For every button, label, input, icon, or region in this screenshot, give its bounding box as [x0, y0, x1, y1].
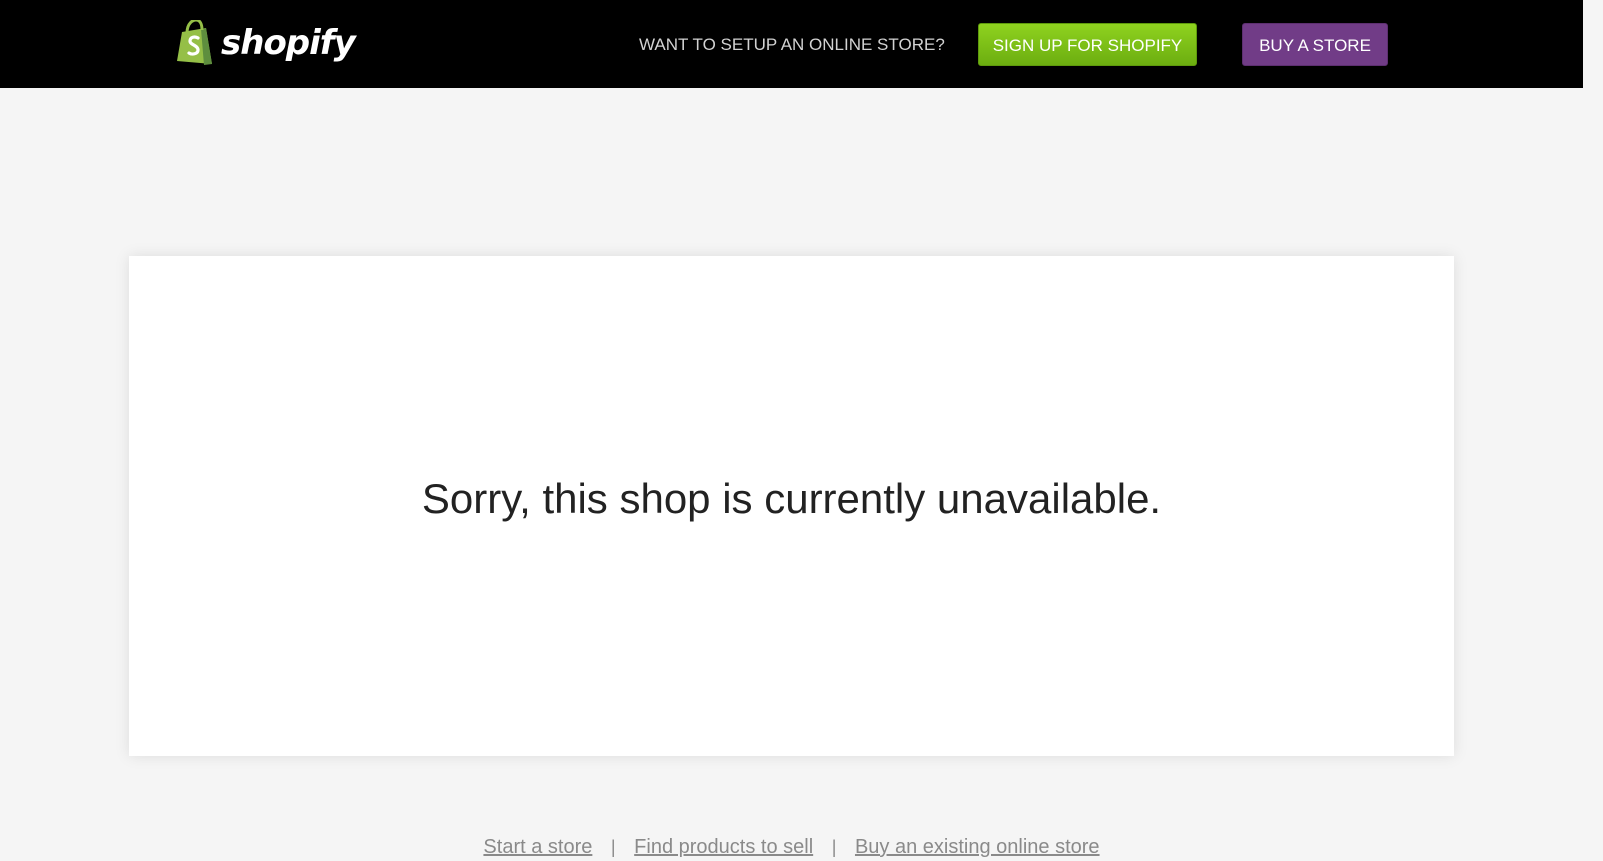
- footer-separator: |: [831, 837, 837, 857]
- shopify-bag-icon: [177, 20, 212, 65]
- footer-links: Start a store | Find products to sell | …: [0, 833, 1583, 861]
- page: shopify WANT TO SETUP AN ONLINE STORE? S…: [0, 0, 1603, 861]
- start-a-store-link[interactable]: Start a store: [483, 836, 592, 858]
- buy-existing-store-link[interactable]: Buy an existing online store: [855, 836, 1100, 858]
- top-banner: shopify WANT TO SETUP AN ONLINE STORE? S…: [0, 0, 1583, 88]
- logo-wordmark: shopify: [221, 23, 356, 63]
- footer-separator: |: [610, 837, 616, 857]
- message-card: Sorry, this shop is currently unavailabl…: [129, 256, 1454, 756]
- page-gutter: [1583, 0, 1603, 861]
- shopify-logo[interactable]: shopify: [174, 20, 356, 66]
- sign-up-button[interactable]: SIGN UP FOR SHOPIFY: [978, 23, 1197, 66]
- buy-a-store-button[interactable]: BUY A STORE: [1242, 23, 1388, 66]
- unavailable-message: Sorry, this shop is currently unavailabl…: [421, 475, 1162, 522]
- promo-text: WANT TO SETUP AN ONLINE STORE?: [639, 35, 945, 54]
- find-products-link[interactable]: Find products to sell: [634, 836, 813, 858]
